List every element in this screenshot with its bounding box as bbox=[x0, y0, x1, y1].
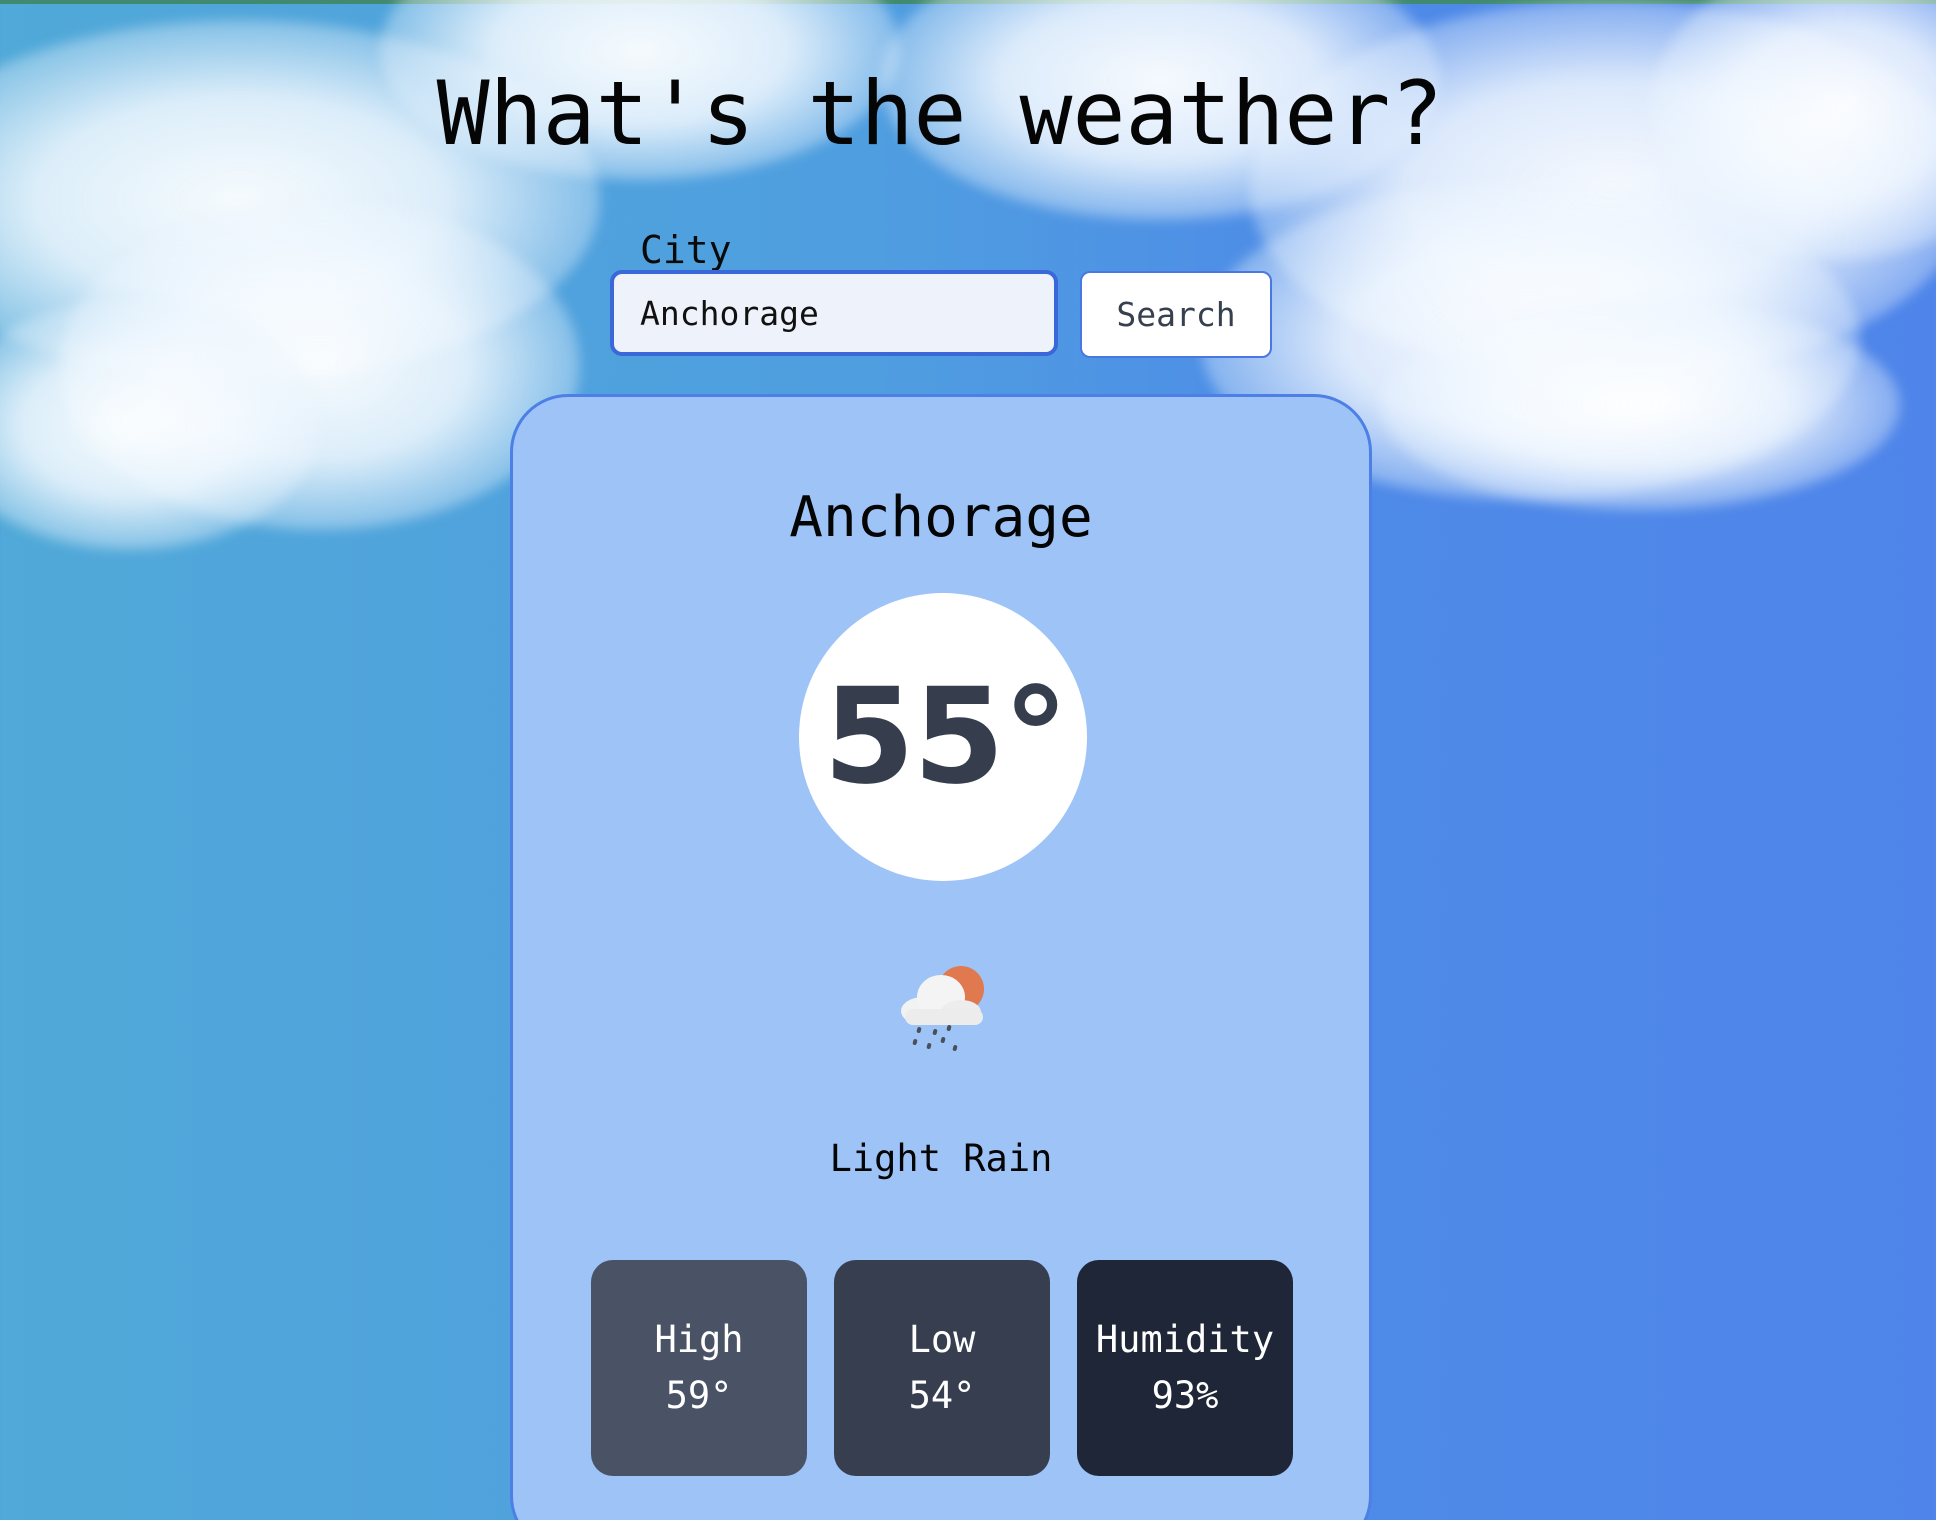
cloud bbox=[1380, 300, 1900, 510]
city-name: Anchorage bbox=[789, 485, 1093, 550]
cloud-sun-rain-icon bbox=[901, 966, 984, 1051]
city-label: City bbox=[640, 228, 732, 272]
low-value: 54° bbox=[908, 1374, 976, 1417]
low-temperature-box: Low 54° bbox=[834, 1260, 1050, 1476]
high-value: 59° bbox=[665, 1374, 733, 1417]
temperature-circle: 55° bbox=[799, 593, 1087, 881]
high-label: High bbox=[654, 1318, 744, 1361]
humidity-value: 93% bbox=[1151, 1374, 1219, 1417]
low-label: Low bbox=[908, 1318, 976, 1361]
weather-condition: Light Rain bbox=[829, 1137, 1053, 1180]
humidity-label: Humidity bbox=[1095, 1318, 1275, 1361]
weather-card: Anchorage 55° Light Rain High 59° Low 54… bbox=[510, 394, 1372, 1520]
search-button[interactable]: Search bbox=[1080, 271, 1272, 358]
city-input[interactable] bbox=[610, 270, 1058, 356]
high-temperature-box: High 59° bbox=[591, 1260, 807, 1476]
page-title: What's the weather? bbox=[436, 62, 1444, 165]
temperature-value: 55° bbox=[823, 660, 1069, 814]
humidity-box: Humidity 93% bbox=[1077, 1260, 1293, 1476]
